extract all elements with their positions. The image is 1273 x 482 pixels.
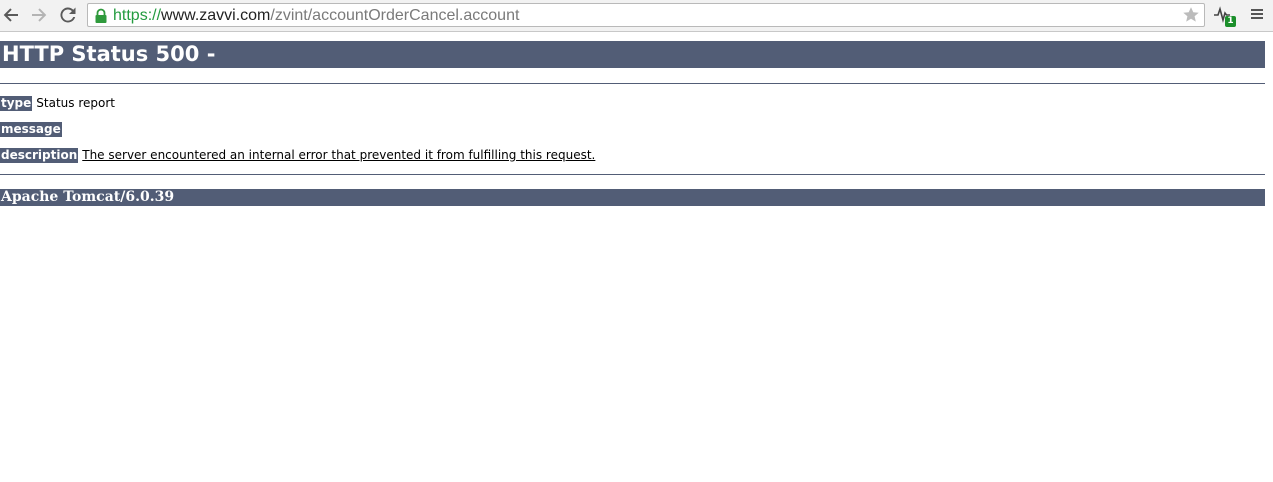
page-title: HTTP Status 500 -	[0, 41, 1265, 68]
description-label: description	[0, 148, 79, 163]
url-text[interactable]: https://www.zavvi.com/zvint/accountOrder…	[113, 6, 519, 26]
divider	[0, 174, 1265, 175]
browser-toolbar: https://www.zavvi.com/zvint/accountOrder…	[0, 0, 1273, 32]
server-footer: Apache Tomcat/6.0.39	[0, 189, 1265, 206]
type-row: type Status report	[0, 96, 115, 111]
extension-badge: 1	[1225, 16, 1236, 27]
message-row: message	[0, 122, 66, 137]
hamburger-menu-icon[interactable]	[1249, 7, 1265, 23]
back-arrow-icon	[3, 8, 19, 22]
forward-arrow-icon	[32, 8, 47, 22]
lock-icon[interactable]	[94, 8, 108, 24]
forward-button[interactable]	[28, 4, 50, 26]
url-host: www.zavvi.com	[161, 7, 271, 24]
extension-button[interactable]: 1	[1213, 5, 1239, 29]
description-value: The server encountered an internal error…	[82, 148, 596, 162]
star-icon[interactable]	[1182, 6, 1200, 24]
reload-icon	[60, 7, 76, 23]
back-button[interactable]	[0, 4, 22, 26]
divider	[0, 83, 1265, 84]
type-value: Status report	[36, 96, 115, 110]
type-label: type	[0, 96, 33, 111]
address-bar[interactable]: https://www.zavvi.com/zvint/accountOrder…	[87, 3, 1205, 27]
reload-button[interactable]	[57, 4, 79, 26]
url-scheme: https://	[113, 7, 162, 24]
message-label: message	[0, 122, 62, 137]
url-path: /zvint/accountOrderCancel.account	[270, 7, 520, 24]
description-row: description The server encountered an int…	[0, 148, 595, 163]
